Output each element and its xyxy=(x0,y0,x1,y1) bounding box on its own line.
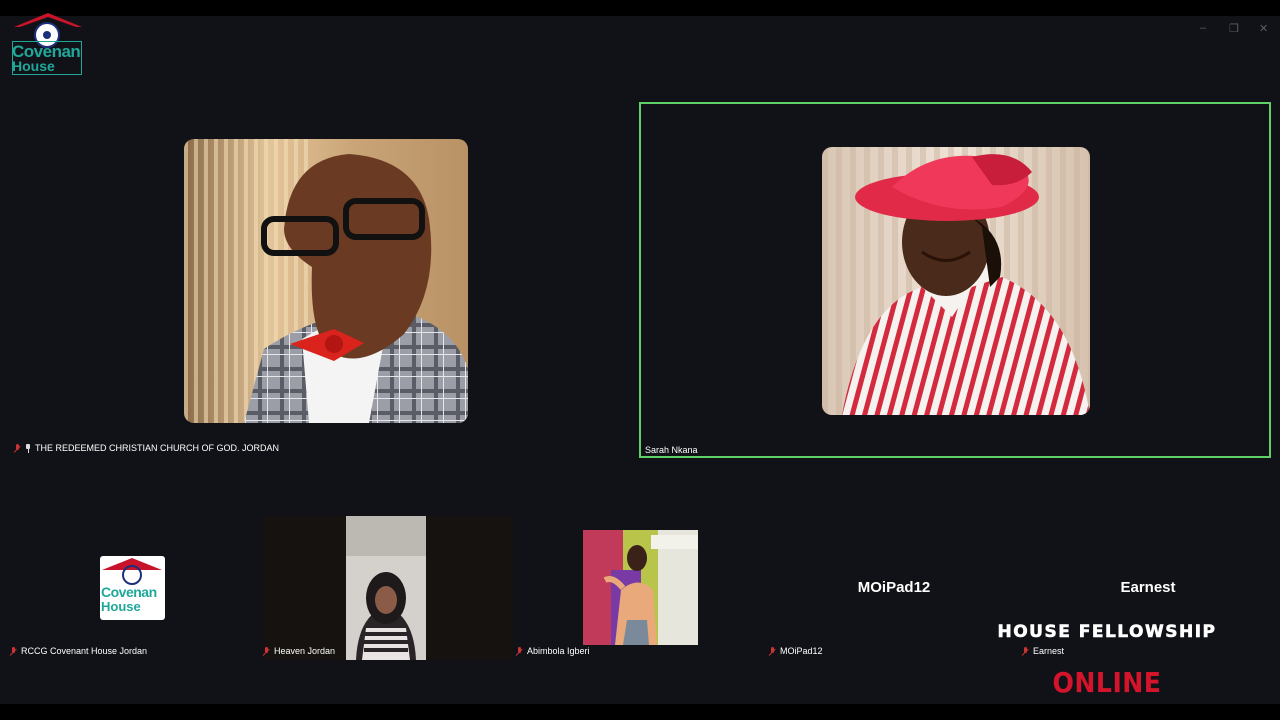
participant-video-heaven xyxy=(346,516,426,660)
restore-icon[interactable]: ❐ xyxy=(1229,22,1239,35)
covenant-house-logo: Covenan House xyxy=(12,13,84,76)
participant-name-label: MOiPad12 xyxy=(769,646,823,656)
woman-portrait-image xyxy=(822,147,1090,415)
rccg-emblem-icon xyxy=(122,565,142,585)
muted-mic-icon xyxy=(14,443,21,453)
muted-mic-icon xyxy=(10,646,17,656)
bottom-bar xyxy=(0,704,1280,720)
participant-name-label: Abimbola Igberi xyxy=(516,646,590,656)
muted-mic-icon xyxy=(769,646,776,656)
muted-mic-icon xyxy=(263,646,270,656)
participant-display-name: Earnest xyxy=(1120,579,1176,596)
participant-photo-woman xyxy=(822,147,1090,415)
top-bar xyxy=(0,0,1280,16)
participant-name-label: Earnest xyxy=(1022,646,1064,656)
pin-icon xyxy=(25,443,31,453)
participant-name-label: THE REDEEMED CHRISTIAN CHURCH OF GOD. JO… xyxy=(14,443,279,453)
muted-mic-icon xyxy=(1022,646,1029,656)
man-portrait-image xyxy=(184,139,468,423)
close-icon[interactable]: ✕ xyxy=(1259,22,1268,35)
covenant-house-logo-thumb: Covenan House xyxy=(100,556,165,620)
video-tile-sarah-nkana[interactable]: Sarah Nkana xyxy=(639,102,1271,458)
thumbnail-tile-rccg-covenant-house[interactable]: Covenan House RCCG Covenant House Jordan xyxy=(10,510,255,660)
muted-mic-icon xyxy=(516,646,523,656)
minimize-icon[interactable]: – xyxy=(1200,22,1206,34)
participant-display-name: MOiPad12 xyxy=(857,579,931,596)
woman-standing-image xyxy=(583,530,698,645)
logo-text-line2: House xyxy=(12,58,55,74)
participant-name-label: Heaven Jordan xyxy=(263,646,335,656)
participant-photo-man xyxy=(184,139,468,423)
participant-name-label: RCCG Covenant House Jordan xyxy=(10,646,147,656)
thumbnail-tile-abimbola-igberi[interactable]: Abimbola Igberi xyxy=(516,510,761,660)
thumbnail-tile-heaven-jordan[interactable]: Heaven Jordan xyxy=(263,516,513,660)
participant-photo-abimbola xyxy=(583,530,698,645)
video-tile-rccg-jordan[interactable]: THE REDEEMED CHRISTIAN CHURCH OF GOD. JO… xyxy=(10,103,636,458)
participant-name-label: Sarah Nkana xyxy=(645,445,698,455)
online-banner-text: ONLINE xyxy=(1052,666,1162,699)
woman-hijab-image xyxy=(346,516,426,660)
house-fellowship-banner-title: HOUSE FELLOWSHIP xyxy=(997,622,1217,643)
